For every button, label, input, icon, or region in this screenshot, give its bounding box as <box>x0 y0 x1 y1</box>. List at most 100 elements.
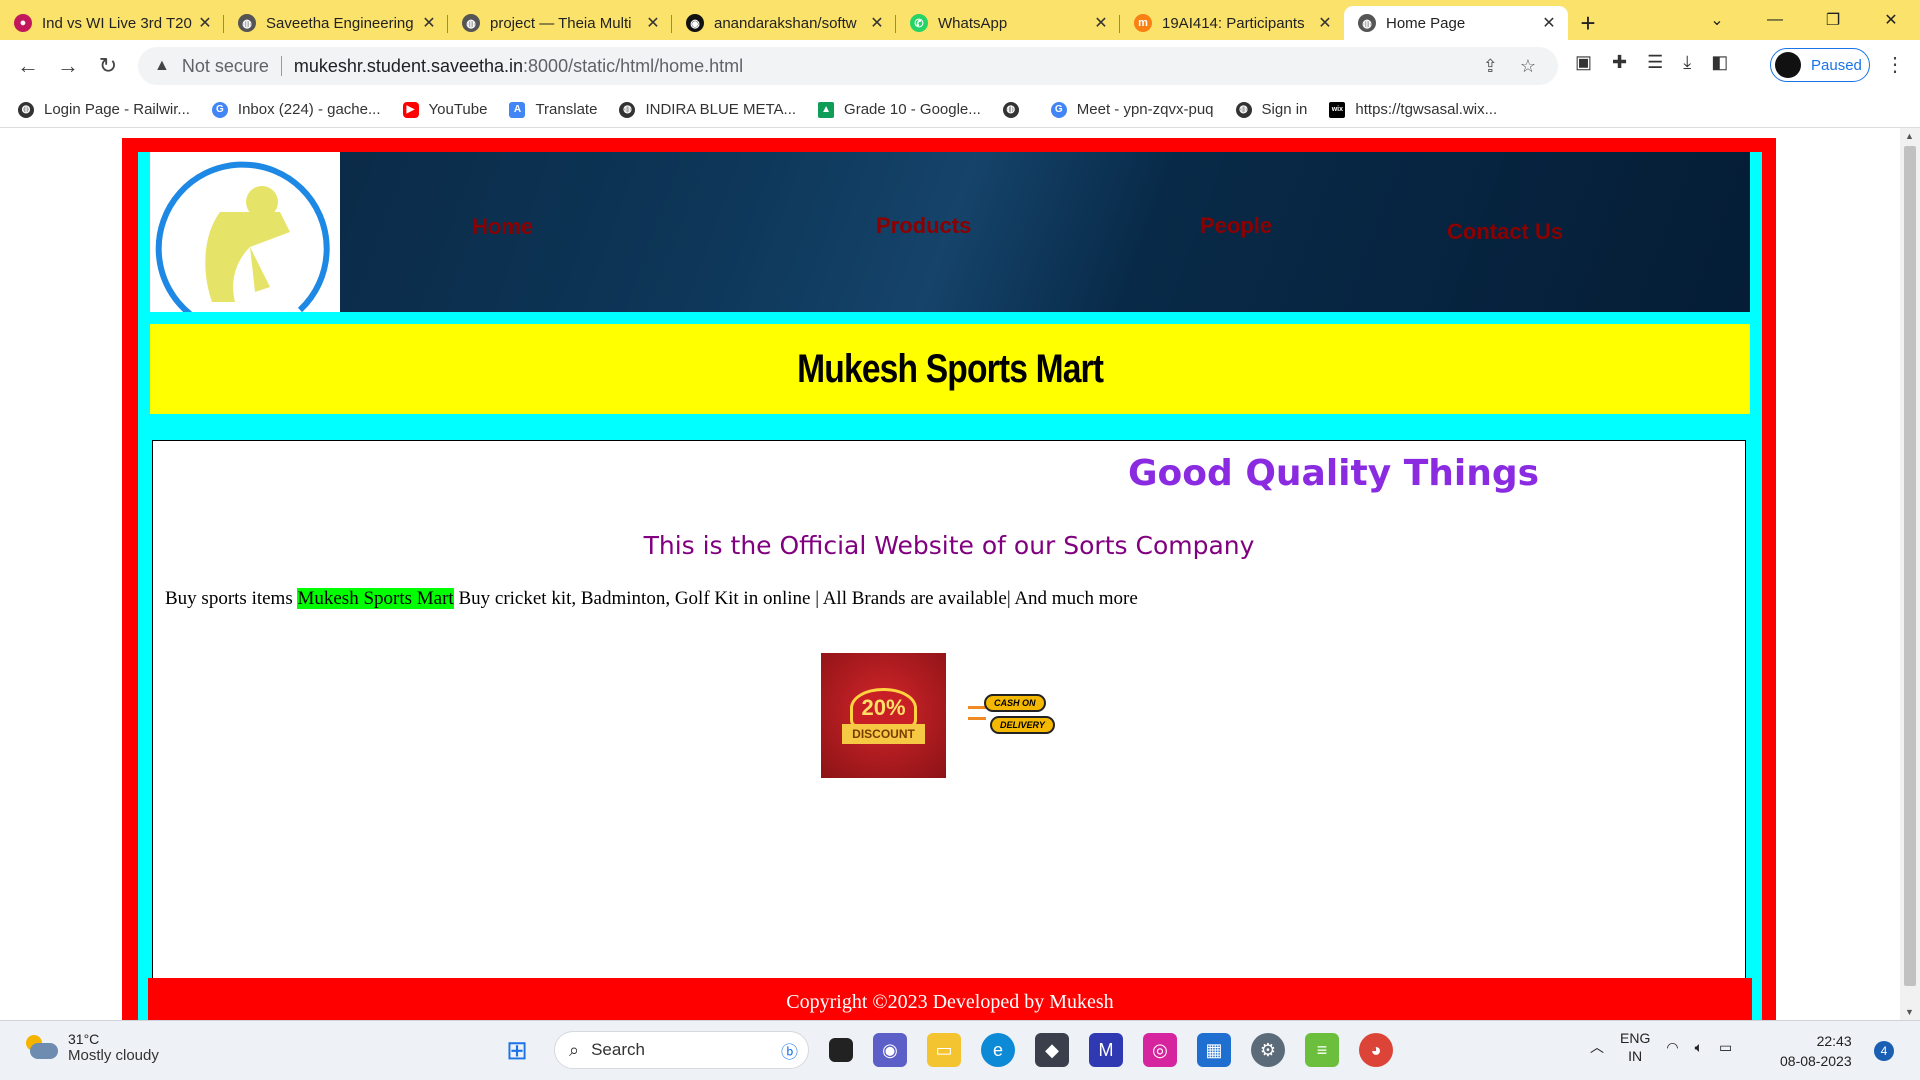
scroll-thumb[interactable] <box>1904 146 1916 986</box>
tab-2[interactable]: ◍ project — Theia Multi ✕ <box>448 6 672 40</box>
bluestacks-icon[interactable]: ≡ <box>1305 1033 1339 1067</box>
share-icon[interactable]: ⇪ <box>1483 56 1498 77</box>
minimize-button[interactable]: — <box>1746 11 1804 29</box>
taskbar: 31°C Mostly cloudy ⊞ ⌕ Search ⓑ ◉ ▭ e ◆ … <box>0 1020 1920 1080</box>
address-bar[interactable]: ▲ Not secure mukeshr.student.saveetha.in… <box>138 47 1558 85</box>
instagram-icon[interactable]: ◎ <box>1143 1033 1177 1067</box>
translate-icon: A <box>509 101 526 118</box>
highlight-store-name: Mukesh Sports Mart <box>297 588 454 609</box>
volume-icon[interactable]: 🔈︎ <box>1695 1039 1703 1056</box>
back-button[interactable]: ← <box>8 53 48 79</box>
bookmark-label: Inbox (224) - gache... <box>237 101 381 118</box>
new-tab-button[interactable]: + <box>1568 6 1608 40</box>
search-placeholder: Search <box>591 1040 645 1059</box>
notification-badge[interactable]: 4 <box>1874 1041 1894 1061</box>
discount-value: 20% <box>850 687 917 728</box>
temperature: 31°C <box>68 1031 100 1047</box>
wifi-icon[interactable]: ◠ <box>1666 1039 1678 1056</box>
close-window-button[interactable]: ✕ <box>1862 10 1920 30</box>
close-icon[interactable]: ✕ <box>196 13 214 33</box>
nav-contact-us[interactable]: Contact Us <box>1447 219 1563 245</box>
bookmark-item[interactable]: A Translate <box>509 101 597 118</box>
chevron-up-icon[interactable]: ︿ <box>1590 1037 1604 1057</box>
task-view-icon[interactable] <box>829 1038 853 1062</box>
bookmark-star-icon[interactable]: ☆ <box>1520 56 1536 77</box>
tab-6-active[interactable]: ◍ Home Page ✕ <box>1344 6 1568 40</box>
nav-people[interactable]: People <box>1200 213 1272 239</box>
clock-time: 22:43 <box>1816 1033 1852 1049</box>
store-icon[interactable]: ▦ <box>1197 1033 1231 1067</box>
bookmark-item[interactable]: wix https://tgwsasal.wix... <box>1329 101 1497 118</box>
bookmark-label: Sign in <box>1261 101 1308 118</box>
battery-icon[interactable]: ▭ <box>1719 1039 1732 1056</box>
close-icon[interactable]: ✕ <box>1316 13 1334 33</box>
window-controls: ⌄ — ❐ ✕ <box>1688 0 1920 40</box>
bookmark-item[interactable]: ▶ YouTube <box>402 101 487 118</box>
close-icon[interactable]: ✕ <box>420 13 438 33</box>
close-icon[interactable]: ✕ <box>1540 13 1558 33</box>
profile-button[interactable]: Paused <box>1770 48 1870 82</box>
bookmark-label: Translate <box>535 101 598 118</box>
bookmark-item[interactable]: ◍ <box>1002 101 1029 118</box>
bookmark-label: Login Page - Railwir... <box>44 101 190 118</box>
windows-start-icon[interactable]: ⊞ <box>500 1033 534 1067</box>
tab-5[interactable]: m 19AI414: Participants ✕ <box>1120 6 1344 40</box>
cod-top-text: CASH ON <box>984 693 1046 712</box>
speed-lines-icon <box>968 705 986 720</box>
bookmark-item[interactable]: ◍ Sign in <box>1235 101 1308 118</box>
language-indicator[interactable]: ENG IN <box>1620 1029 1650 1065</box>
file-explorer-icon[interactable]: ▭ <box>927 1033 961 1067</box>
puzzle-icon[interactable]: ✚ <box>1612 52 1627 73</box>
forward-button[interactable]: → <box>48 53 88 79</box>
close-icon[interactable]: ✕ <box>868 13 886 33</box>
bookmark-item[interactable]: ▲ Grade 10 - Google... <box>818 101 981 118</box>
clock-date: 08-08-2023 <box>1780 1053 1852 1069</box>
nav-home[interactable]: Home <box>472 214 533 240</box>
site-logo <box>150 152 340 312</box>
whatsapp-icon: ✆ <box>910 14 928 32</box>
bookmark-item[interactable]: G Meet - ypn-zqvx-puq <box>1050 101 1214 118</box>
tab-search-icon[interactable]: ⌄ <box>1688 10 1746 30</box>
tab-title: anandarakshan/softw <box>714 14 857 32</box>
close-icon[interactable]: ✕ <box>644 13 662 33</box>
tab-0[interactable]: ● Ind vs WI Live 3rd T20 ✕ <box>0 6 224 40</box>
tab-3[interactable]: ◉ anandarakshan/softw ✕ <box>672 6 896 40</box>
side-panel-icon[interactable]: ◧ <box>1711 52 1728 73</box>
security-label: Not secure <box>181 55 269 76</box>
menu-icon[interactable]: ⋮ <box>1885 52 1905 77</box>
extension-icon[interactable]: ▣ <box>1575 52 1592 73</box>
google-icon: G <box>211 101 228 118</box>
main-content: Good Quality Things This is the Official… <box>152 440 1746 980</box>
scroll-down-icon[interactable]: ▼ <box>1905 1007 1914 1017</box>
bookmark-item[interactable]: G Inbox (224) - gache... <box>211 101 381 118</box>
warning-icon[interactable]: ▲ <box>154 57 170 75</box>
vscode-icon[interactable]: M <box>1089 1033 1123 1067</box>
bookmarks-bar: ◍ Login Page - Railwir... G Inbox (224) - … <box>0 92 1920 128</box>
app-icon[interactable]: ◆ <box>1035 1033 1069 1067</box>
reload-button[interactable]: ↻ <box>88 53 128 79</box>
bookmark-item[interactable]: ◍ Login Page - Railwir... <box>18 101 190 118</box>
weather-widget[interactable]: 31°C Mostly cloudy <box>22 1031 159 1064</box>
tab-1[interactable]: ◍ Saveetha Engineering ✕ <box>224 6 448 40</box>
taskbar-search[interactable]: ⌕ Search ⓑ <box>554 1031 809 1069</box>
tab-4[interactable]: ✆ WhatsApp ✕ <box>896 6 1120 40</box>
download-icon[interactable]: ⤓ <box>1683 52 1691 73</box>
runner-logo-icon <box>155 161 330 312</box>
nav-products[interactable]: Products <box>876 213 971 239</box>
url-host: mukeshr.student.saveetha.in <box>293 55 524 76</box>
bookmark-item[interactable]: ◍ INDIRA BLUE META... <box>619 101 796 118</box>
restore-button[interactable]: ❐ <box>1804 10 1862 30</box>
close-icon[interactable]: ✕ <box>1092 13 1110 33</box>
system-tray: ︿ ENG IN ◠ 🔈︎ ▭ <box>1590 1029 1732 1065</box>
clock[interactable]: 22:43 08-08-2023 <box>1780 1031 1852 1071</box>
globe-icon: ◍ <box>1358 14 1376 32</box>
chrome-icon[interactable]: ◕ <box>1359 1033 1393 1067</box>
page-heading: Good Quality Things <box>1128 453 1540 494</box>
settings-gear-icon[interactable]: ⚙ <box>1251 1033 1285 1067</box>
reading-list-icon[interactable]: ☰ <box>1647 52 1663 73</box>
scroll-up-icon[interactable]: ▲ <box>1905 131 1914 141</box>
vertical-scrollbar[interactable]: ▲ ▼ <box>1900 128 1920 1020</box>
cod-bottom-text: DELIVERY <box>990 715 1055 734</box>
edge-icon[interactable]: e <box>981 1033 1015 1067</box>
chat-icon[interactable]: ◉ <box>873 1033 907 1067</box>
